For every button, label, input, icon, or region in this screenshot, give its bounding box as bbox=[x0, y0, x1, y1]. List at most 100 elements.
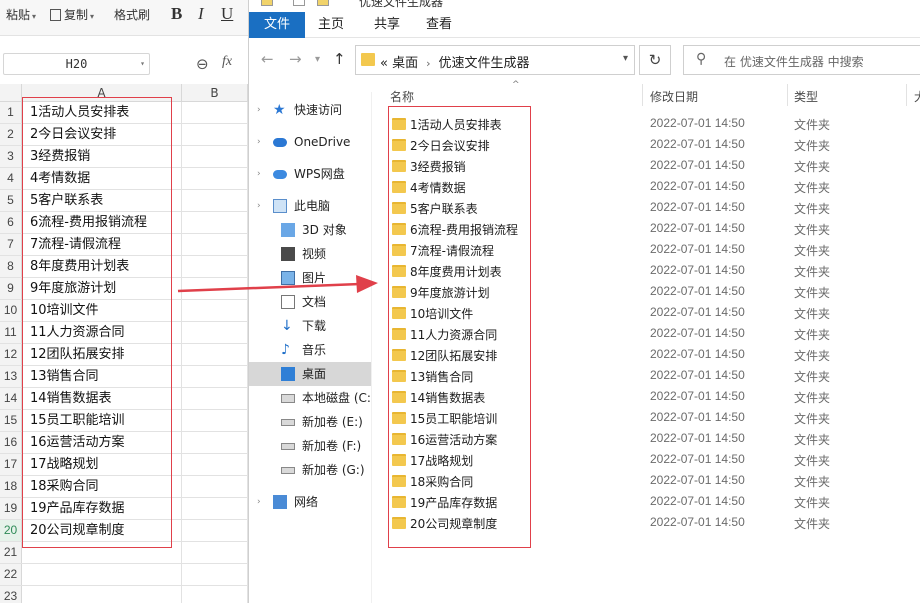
column-type-header[interactable]: 类型 bbox=[794, 88, 818, 105]
paste-button[interactable]: 粘贴 ▾ bbox=[6, 6, 36, 23]
row-header[interactable]: 20 bbox=[0, 520, 22, 541]
cell-b[interactable] bbox=[182, 366, 248, 387]
cell-a[interactable]: 20公司规章制度 bbox=[22, 520, 182, 541]
row-header[interactable]: 10 bbox=[0, 300, 22, 321]
cell-a[interactable]: 13销售合同 bbox=[22, 366, 182, 387]
cell-b[interactable] bbox=[182, 234, 248, 255]
row-header[interactable]: 15 bbox=[0, 410, 22, 431]
tab-file[interactable]: 文件 bbox=[249, 12, 305, 38]
underline-button[interactable]: U bbox=[221, 4, 233, 24]
nav-item[interactable]: 新加卷 (F:) bbox=[249, 434, 371, 458]
cell-a[interactable]: 19产品库存数据 bbox=[22, 498, 182, 519]
file-row[interactable]: 5客户联系表 2022-07-01 14:50 文件夹 bbox=[384, 198, 920, 219]
cell-a[interactable]: 14销售数据表 bbox=[22, 388, 182, 409]
cell-b[interactable] bbox=[182, 476, 248, 497]
cell-b[interactable] bbox=[182, 564, 248, 585]
file-row[interactable]: 19产品库存数据 2022-07-01 14:50 文件夹 bbox=[384, 492, 920, 513]
row-header[interactable]: 13 bbox=[0, 366, 22, 387]
cell-a[interactable]: 11人力资源合同 bbox=[22, 322, 182, 343]
fx-icon[interactable]: fx bbox=[222, 54, 232, 70]
chevron-right-icon[interactable]: › bbox=[426, 57, 430, 70]
cell-a[interactable] bbox=[22, 586, 182, 603]
copy-button[interactable]: 复制 ▾ bbox=[50, 6, 94, 23]
row-header[interactable]: 12 bbox=[0, 344, 22, 365]
up-arrow-icon[interactable]: ↑ bbox=[333, 50, 346, 68]
tab-home[interactable]: 主页 bbox=[305, 12, 357, 38]
column-header-b[interactable]: B bbox=[182, 84, 248, 102]
nav-item[interactable]: 视频 bbox=[249, 242, 371, 266]
cell-a[interactable]: 15员工职能培训 bbox=[22, 410, 182, 431]
file-row[interactable]: 14销售数据表 2022-07-01 14:50 文件夹 bbox=[384, 387, 920, 408]
refresh-button[interactable]: ↻ bbox=[639, 45, 671, 75]
row-header[interactable]: 19 bbox=[0, 498, 22, 519]
cell-b[interactable] bbox=[182, 432, 248, 453]
row-header[interactable]: 23 bbox=[0, 586, 22, 603]
forward-arrow-icon[interactable]: → bbox=[289, 50, 302, 68]
file-row[interactable]: 12团队拓展安排 2022-07-01 14:50 文件夹 bbox=[384, 345, 920, 366]
row-header[interactable]: 18 bbox=[0, 476, 22, 497]
row-header[interactable]: 21 bbox=[0, 542, 22, 563]
nav-item[interactable]: › OneDrive bbox=[249, 130, 371, 154]
row-header[interactable]: 17 bbox=[0, 454, 22, 475]
nav-item[interactable]: › 网络 bbox=[249, 490, 371, 514]
column-divider[interactable] bbox=[642, 84, 643, 106]
cell-a[interactable] bbox=[22, 542, 182, 563]
cell-b[interactable] bbox=[182, 190, 248, 211]
breadcrumb-current-folder[interactable]: 优速文件生成器 bbox=[439, 56, 530, 71]
column-header-a[interactable]: A bbox=[22, 84, 182, 102]
select-all-corner[interactable] bbox=[0, 84, 22, 102]
cell-b[interactable] bbox=[182, 256, 248, 277]
expand-chevron-icon[interactable]: › bbox=[257, 98, 261, 122]
file-row[interactable]: 1活动人员安排表 2022-07-01 14:50 文件夹 bbox=[384, 114, 920, 135]
breadcrumb-desktop[interactable]: 桌面 bbox=[392, 56, 418, 71]
bold-button[interactable]: B bbox=[171, 4, 182, 24]
cell-b[interactable] bbox=[182, 344, 248, 365]
column-divider[interactable] bbox=[787, 84, 788, 106]
file-row[interactable]: 2今日会议安排 2022-07-01 14:50 文件夹 bbox=[384, 135, 920, 156]
zoom-icon[interactable]: ⊖ bbox=[196, 55, 209, 73]
row-header[interactable]: 22 bbox=[0, 564, 22, 585]
chevron-down-icon[interactable]: ▾ bbox=[623, 53, 628, 64]
nav-item[interactable]: 新加卷 (G:) bbox=[249, 458, 371, 482]
italic-button[interactable]: I bbox=[198, 4, 204, 24]
nav-item[interactable]: › WPS网盘 bbox=[249, 162, 371, 186]
expand-chevron-icon[interactable]: › bbox=[257, 130, 261, 154]
cell-b[interactable] bbox=[182, 168, 248, 189]
file-row[interactable]: 8年度费用计划表 2022-07-01 14:50 文件夹 bbox=[384, 261, 920, 282]
cell-b[interactable] bbox=[182, 410, 248, 431]
cell-b[interactable] bbox=[182, 498, 248, 519]
row-header[interactable]: 7 bbox=[0, 234, 22, 255]
nav-item[interactable]: 新加卷 (E:) bbox=[249, 410, 371, 434]
back-arrow-icon[interactable]: ← bbox=[261, 50, 274, 68]
cell-a[interactable]: 4考情数据 bbox=[22, 168, 182, 189]
file-row[interactable]: 6流程-费用报销流程 2022-07-01 14:50 文件夹 bbox=[384, 219, 920, 240]
tab-view[interactable]: 查看 bbox=[413, 12, 465, 38]
column-divider[interactable] bbox=[906, 84, 907, 106]
row-header[interactable]: 5 bbox=[0, 190, 22, 211]
row-header[interactable]: 9 bbox=[0, 278, 22, 299]
nav-item[interactable]: 图片 bbox=[249, 266, 371, 290]
row-header[interactable]: 3 bbox=[0, 146, 22, 167]
cell-a[interactable]: 5客户联系表 bbox=[22, 190, 182, 211]
row-header[interactable]: 16 bbox=[0, 432, 22, 453]
cell-a[interactable] bbox=[22, 564, 182, 585]
row-header[interactable]: 4 bbox=[0, 168, 22, 189]
cell-a[interactable]: 2今日会议安排 bbox=[22, 124, 182, 145]
file-row[interactable]: 18采购合同 2022-07-01 14:50 文件夹 bbox=[384, 471, 920, 492]
cell-a[interactable]: 12团队拓展安排 bbox=[22, 344, 182, 365]
cell-b[interactable] bbox=[182, 212, 248, 233]
nav-item[interactable]: 文档 bbox=[249, 290, 371, 314]
cell-a[interactable]: 3经费报销 bbox=[22, 146, 182, 167]
cell-a[interactable]: 6流程-费用报销流程 bbox=[22, 212, 182, 233]
file-row[interactable]: 11人力资源合同 2022-07-01 14:50 文件夹 bbox=[384, 324, 920, 345]
nav-item[interactable]: 3D 对象 bbox=[249, 218, 371, 242]
breadcrumb-overflow[interactable]: « bbox=[380, 56, 388, 71]
cell-a[interactable]: 10培训文件 bbox=[22, 300, 182, 321]
cell-a[interactable]: 8年度费用计划表 bbox=[22, 256, 182, 277]
cell-a[interactable]: 18采购合同 bbox=[22, 476, 182, 497]
expand-chevron-icon[interactable]: › bbox=[257, 162, 261, 186]
cell-b[interactable] bbox=[182, 586, 248, 603]
cell-a[interactable]: 16运营活动方案 bbox=[22, 432, 182, 453]
column-name-header[interactable]: 名称 bbox=[390, 88, 414, 105]
file-row[interactable]: 10培训文件 2022-07-01 14:50 文件夹 bbox=[384, 303, 920, 324]
